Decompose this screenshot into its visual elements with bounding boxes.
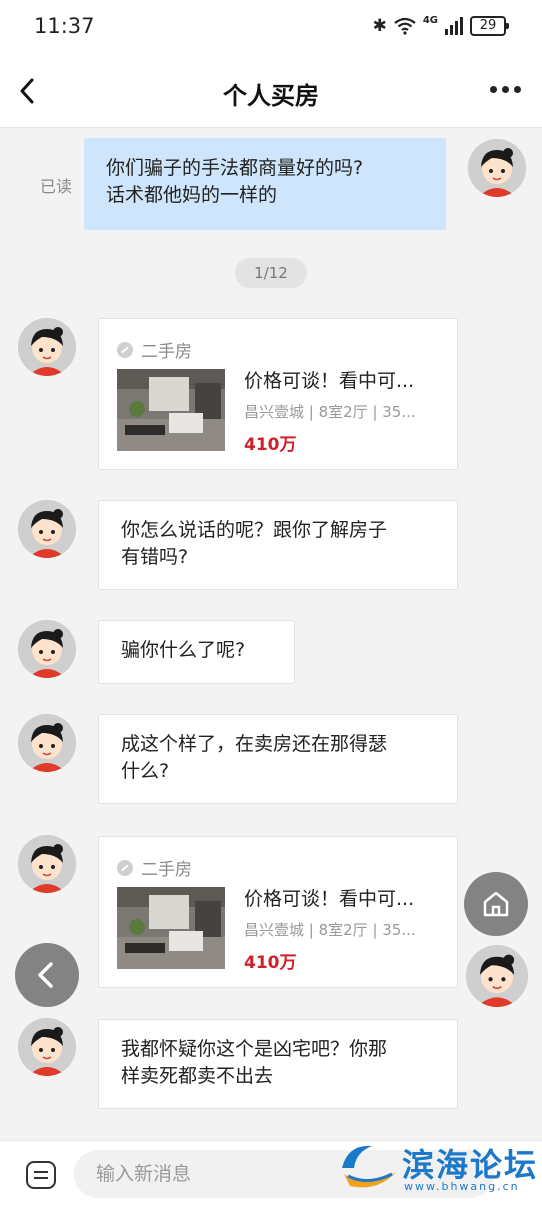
message-line: 什么?	[121, 760, 170, 782]
listing-tag: 二手房	[117, 337, 192, 362]
contact-avatar[interactable]	[18, 714, 76, 772]
message-line: 样卖死都卖不出去	[121, 1065, 274, 1087]
my-message-bubble[interactable]: 你们骗子的手法都商量好的吗? 话术都他妈的一样的	[84, 138, 446, 230]
contact-message-bubble[interactable]: 骗你什么了呢?	[98, 620, 295, 684]
home-icon	[483, 891, 509, 917]
contact-avatar[interactable]	[18, 1018, 76, 1076]
wifi-icon	[394, 17, 416, 35]
read-receipt: 已读	[40, 177, 73, 196]
contact-avatar[interactable]	[18, 835, 76, 893]
network-type: 4G	[422, 14, 438, 26]
listing-title: 价格可谈！看中可...	[244, 888, 415, 910]
contact-message-bubble[interactable]: 成这个样了，在卖房还在那得瑟 什么?	[98, 714, 458, 804]
message-line: 有错吗?	[121, 546, 189, 568]
more-options-icon[interactable]	[490, 86, 524, 96]
nav-bar: 个人买房	[0, 56, 542, 128]
signal-icon	[445, 17, 463, 35]
status-bar: 11:37 ✱ 4G 29	[0, 0, 542, 56]
page-title: 个人买房	[223, 82, 319, 110]
contact-avatar[interactable]	[18, 620, 76, 678]
my-avatar[interactable]	[468, 139, 526, 197]
link-icon	[117, 859, 133, 876]
listing-details: 昌兴壹城 | 8室2厅 | 35...	[244, 403, 416, 421]
message-line: 成这个样了，在卖房还在那得瑟	[121, 733, 388, 755]
listing-tag: 二手房	[117, 855, 192, 880]
link-icon	[117, 341, 133, 358]
listing-price: 410万	[244, 953, 297, 973]
bluetooth-icon: ✱	[372, 16, 387, 36]
message-line: 我都怀疑你这个是凶宅吧？你那	[121, 1038, 388, 1060]
listing-photo	[117, 369, 225, 451]
message-line: 你怎么说话的呢？跟你了解房子	[121, 519, 388, 541]
contact-avatar[interactable]	[18, 318, 76, 376]
message-line: 你们骗子的手法都商量好的吗?	[106, 157, 364, 179]
chevron-left-icon	[38, 962, 53, 988]
watermark-url: www.bhwang.cn	[404, 1180, 520, 1193]
listing-tag-label: 二手房	[141, 860, 192, 880]
listing-card[interactable]: 二手房 价格可谈！看中可... 昌兴壹城 | 8室2厅 | 35... 410万	[98, 836, 458, 988]
battery-indicator: 29	[470, 16, 509, 36]
listing-card[interactable]: 二手房 价格可谈！看中可... 昌兴壹城 | 8室2厅 | 35... 410万	[98, 318, 458, 470]
floating-back-button[interactable]	[15, 943, 79, 1007]
contact-message-bubble[interactable]: 你怎么说话的呢？跟你了解房子 有错吗?	[98, 500, 458, 590]
wave-logo-icon	[342, 1145, 396, 1188]
watermark-logo: 滨海论坛 www.bhwang.cn	[338, 1136, 538, 1198]
listing-title: 价格可谈！看中可...	[244, 370, 415, 392]
message-line: 话术都他妈的一样的	[106, 184, 278, 206]
status-icons: ✱ 4G 29	[372, 14, 509, 36]
contact-avatar[interactable]	[18, 500, 76, 558]
listing-details: 昌兴壹城 | 8室2厅 | 35...	[244, 921, 416, 939]
listing-tag-label: 二手房	[141, 342, 192, 362]
status-time: 11:37	[34, 14, 95, 38]
page-indicator: 1/12	[235, 258, 307, 288]
quick-reply-icon[interactable]	[26, 1161, 56, 1189]
listing-price: 410万	[244, 435, 297, 455]
home-button[interactable]	[464, 872, 528, 936]
listing-photo	[117, 887, 225, 969]
contact-message-bubble[interactable]: 我都怀疑你这个是凶宅吧？你那 样卖死都卖不出去	[98, 1019, 458, 1109]
my-avatar[interactable]	[466, 945, 528, 1007]
